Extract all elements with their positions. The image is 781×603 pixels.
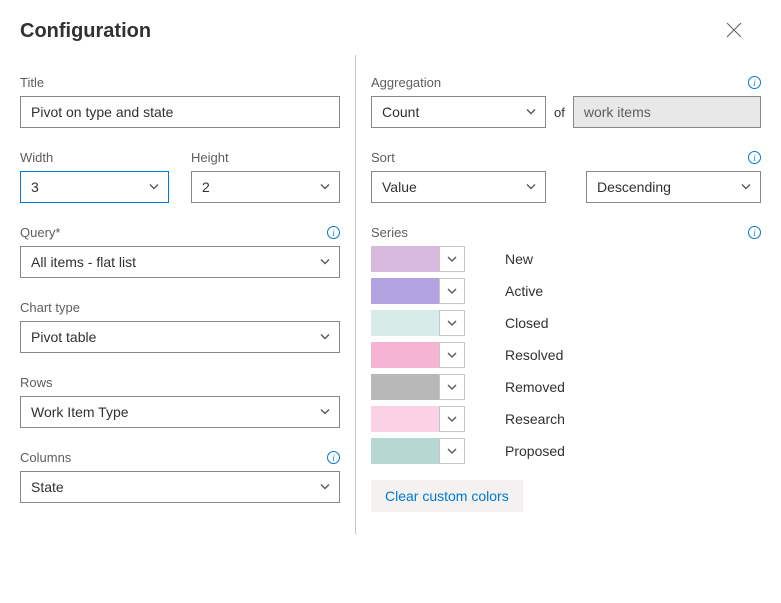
height-select[interactable]: 2 [191,171,340,203]
aggregation-label: Aggregation [371,75,441,90]
color-dropdown[interactable] [439,278,465,304]
aggregation-select[interactable]: Count [371,96,546,128]
height-label: Height [191,150,229,165]
sort-label: Sort [371,150,395,165]
info-icon[interactable] [748,226,761,239]
color-dropdown[interactable] [439,246,465,272]
color-swatch [371,278,439,304]
series-row: Research [371,406,761,432]
aggregation-target-select: work items [573,96,761,128]
color-dropdown[interactable] [439,374,465,400]
title-input[interactable] [20,96,340,128]
title-label: Title [20,75,44,90]
series-label: Removed [505,379,565,395]
chevron-down-icon [447,382,457,392]
chart-type-select[interactable]: Pivot table [20,321,340,353]
color-swatch [371,246,439,272]
query-label: Query* [20,225,60,240]
series-row: New [371,246,761,272]
of-text: of [554,105,565,120]
page-title: Configuration [20,20,151,43]
sort-direction-select[interactable]: Descending [586,171,761,203]
chevron-down-icon [447,286,457,296]
series-label: Resolved [505,347,563,363]
chevron-down-icon [447,350,457,360]
info-icon[interactable] [327,451,340,464]
series-label: New [505,251,533,267]
width-select[interactable]: 3 [20,171,169,203]
chevron-down-icon [447,446,457,456]
chart-type-label: Chart type [20,300,80,315]
chevron-down-icon [447,318,457,328]
rows-select[interactable]: Work Item Type [20,396,340,428]
series-row: Proposed [371,438,761,464]
close-icon [726,22,742,38]
series-row: Closed [371,310,761,336]
chevron-down-icon [447,254,457,264]
info-icon[interactable] [748,76,761,89]
color-swatch [371,374,439,400]
info-icon[interactable] [327,226,340,239]
series-label: Closed [505,315,549,331]
color-swatch [371,406,439,432]
series-row: Resolved [371,342,761,368]
color-swatch [371,438,439,464]
color-dropdown[interactable] [439,438,465,464]
chevron-down-icon [447,414,457,424]
query-select[interactable]: All items - flat list [20,246,340,278]
color-dropdown[interactable] [439,342,465,368]
series-label: Active [505,283,543,299]
columns-select[interactable]: State [20,471,340,503]
color-swatch [371,342,439,368]
rows-label: Rows [20,375,53,390]
width-label: Width [20,150,53,165]
color-dropdown[interactable] [439,310,465,336]
close-button[interactable] [722,18,746,45]
info-icon[interactable] [748,151,761,164]
series-row: Removed [371,374,761,400]
series-label: Research [505,411,565,427]
series-row: Active [371,278,761,304]
clear-custom-colors-button[interactable]: Clear custom colors [371,480,523,512]
series-label: Series [371,225,408,240]
columns-label: Columns [20,450,71,465]
color-dropdown[interactable] [439,406,465,432]
color-swatch [371,310,439,336]
series-label: Proposed [505,443,565,459]
sort-select[interactable]: Value [371,171,546,203]
